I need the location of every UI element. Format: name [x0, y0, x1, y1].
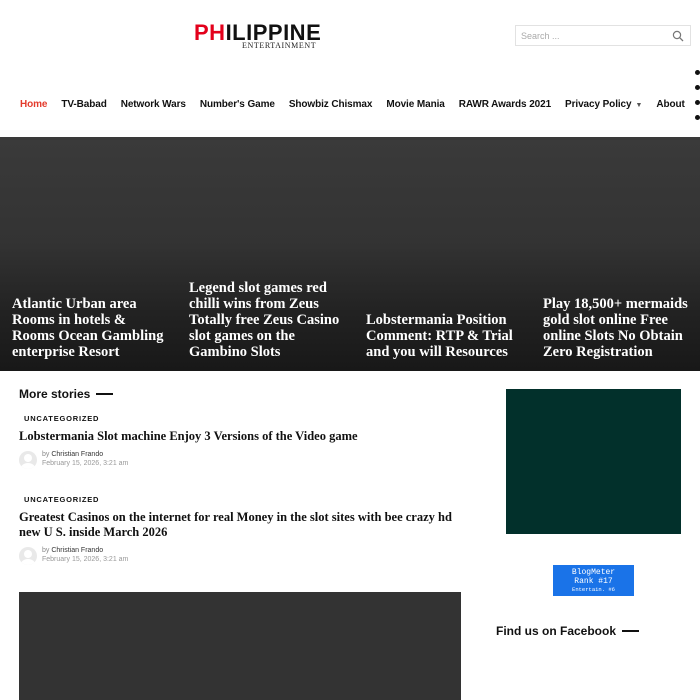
heading-dash: [96, 393, 114, 395]
nav-item-privacy-policy-label: Privacy Policy: [565, 98, 632, 110]
story-item: UNCATEGORIZED Greatest Casinos on the in…: [19, 495, 459, 566]
featured-post-title[interactable]: Atlantic Urban area Rooms in hotels & Ro…: [12, 296, 169, 360]
story-date: February 15, 2026, 3:21 am: [42, 556, 129, 563]
nav-item-rawr-awards[interactable]: RAWR Awards 2021: [459, 99, 551, 110]
featured-post[interactable]: Atlantic Urban area Rooms in hotels & Ro…: [0, 137, 177, 371]
story-title[interactable]: Lobstermania Slot machine Enjoy 3 Versio…: [19, 429, 459, 444]
blogmeter-category: Entertain. #6: [572, 586, 615, 593]
nav-item-about[interactable]: About: [656, 99, 684, 110]
search-box[interactable]: [515, 25, 691, 46]
sidebar-ad[interactable]: [506, 389, 681, 534]
story-byline: by Christian Frando: [42, 451, 104, 458]
twitter-icon[interactable]: [695, 85, 700, 90]
author-link[interactable]: Christian Frando: [51, 547, 103, 554]
avatar[interactable]: [19, 451, 37, 469]
story-meta: by Christian Frando February 15, 2026, 3…: [19, 450, 459, 470]
youtube-icon[interactable]: [695, 115, 700, 120]
story-category[interactable]: UNCATEGORIZED: [24, 495, 459, 504]
story-category[interactable]: UNCATEGORIZED: [24, 414, 459, 423]
story-byline: by Christian Frando: [42, 547, 104, 554]
blogmeter-badge[interactable]: BlogMeter Rank #17 Entertain. #6: [553, 565, 634, 596]
blogmeter-rank: Rank #17: [574, 577, 613, 586]
nav-item-home[interactable]: Home: [20, 99, 47, 110]
main-nav: Home TV-Babad Network Wars Number's Game…: [20, 97, 699, 111]
nav-item-showbiz-chismax[interactable]: Showbiz Chismax: [289, 99, 373, 110]
heading-dash: [622, 630, 640, 632]
facebook-heading: Find us on Facebook: [496, 624, 640, 638]
featured-post-title[interactable]: Legend slot games red chilli wins from Z…: [189, 280, 346, 360]
more-stories-label: More stories: [19, 387, 91, 401]
chevron-down-icon: ▼: [635, 101, 643, 109]
nav-item-movie-mania[interactable]: Movie Mania: [386, 99, 444, 110]
search-input[interactable]: [516, 26, 666, 46]
facebook-heading-label: Find us on Facebook: [496, 624, 617, 638]
social-icons: [695, 70, 700, 132]
nav-item-network-wars[interactable]: Network Wars: [121, 99, 186, 110]
site-logo[interactable]: PHILIPPINE ENTERTAINMENT: [194, 22, 334, 52]
search-icon[interactable]: [672, 30, 684, 42]
post-image[interactable]: [19, 592, 461, 700]
featured-posts: Atlantic Urban area Rooms in hotels & Ro…: [0, 137, 700, 371]
blogmeter-title: BlogMeter: [571, 568, 616, 577]
nav-item-tv-babad[interactable]: TV-Babad: [61, 99, 106, 110]
story-title[interactable]: Greatest Casinos on the internet for rea…: [19, 510, 459, 540]
instagram-icon[interactable]: [695, 100, 700, 105]
story-date: February 15, 2026, 3:21 am: [42, 460, 129, 467]
featured-post[interactable]: Play 18,500+ mermaids gold slot online F…: [531, 137, 700, 371]
story-meta: by Christian Frando February 15, 2026, 3…: [19, 546, 459, 566]
featured-post-title[interactable]: Play 18,500+ mermaids gold slot online F…: [543, 296, 692, 360]
story-item: UNCATEGORIZED Lobstermania Slot machine …: [19, 414, 459, 470]
featured-post[interactable]: Lobstermania Position Comment: RTP & Tri…: [354, 137, 531, 371]
facebook-icon[interactable]: [695, 70, 700, 75]
nav-item-privacy-policy[interactable]: Privacy Policy ▼: [565, 99, 642, 110]
more-stories-heading: More stories: [19, 387, 114, 401]
logo-subtitle: ENTERTAINMENT: [242, 41, 317, 50]
featured-post-title[interactable]: Lobstermania Position Comment: RTP & Tri…: [366, 312, 523, 360]
featured-post[interactable]: Legend slot games red chilli wins from Z…: [177, 137, 354, 371]
author-link[interactable]: Christian Frando: [51, 451, 103, 458]
nav-item-numbers-game[interactable]: Number's Game: [200, 99, 275, 110]
avatar[interactable]: [19, 547, 37, 565]
